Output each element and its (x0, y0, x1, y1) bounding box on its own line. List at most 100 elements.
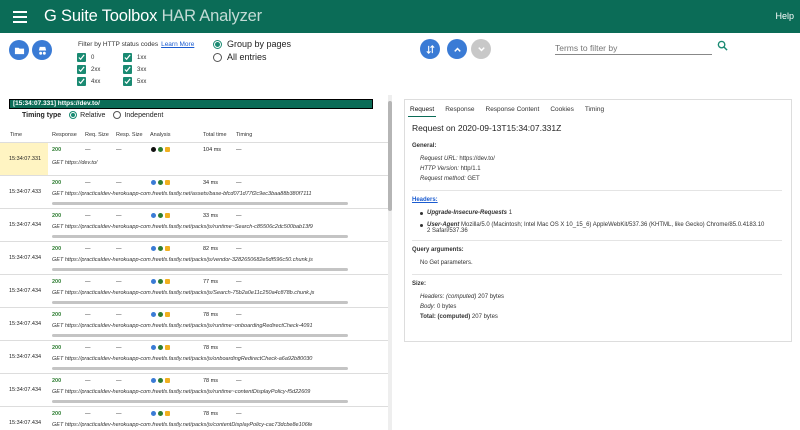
tab-cookies[interactable]: Cookies (550, 106, 573, 113)
tab-timing[interactable]: Timing (585, 106, 604, 113)
open-file-button[interactable] (9, 40, 29, 60)
row-time-text: 15:34:07.434 (9, 420, 42, 426)
filter-label-4xx: 4xx (91, 78, 101, 85)
table-row[interactable]: 15:34:07.434 200 — — 78 ms — GET https://pract… (0, 407, 388, 430)
size-heading: Size: (412, 281, 427, 287)
header-row: User-Agent Mozilla/5.0 (Macintosh; Intel… (420, 222, 782, 234)
menu-button[interactable] (0, 0, 40, 33)
cache-icon (165, 378, 170, 383)
row-req-size: — (85, 345, 91, 351)
cache-icon (165, 345, 170, 350)
row-req-size: — (85, 312, 91, 318)
cache-icon (165, 246, 170, 251)
table-row[interactable]: 15:34:07.331 200 — — 104 ms — GET https://dev.… (0, 143, 388, 176)
radio-unselected-icon (113, 111, 122, 119)
sort-arrows-icon (425, 44, 435, 54)
filter-1xx-checkbox[interactable]: 1xx (123, 53, 146, 62)
tab-response[interactable]: Response (445, 106, 474, 113)
col-timing[interactable]: Timing (236, 132, 252, 138)
col-req-size[interactable]: Req. Size (85, 132, 109, 138)
row-resp-size: — (116, 345, 122, 351)
all-entries-radio[interactable]: All entries (213, 52, 267, 62)
filter-4xx-checkbox[interactable]: 4xx (77, 77, 100, 86)
search-field[interactable] (555, 38, 712, 55)
check-icon (158, 411, 163, 416)
previous-page-button[interactable] (447, 39, 467, 59)
timing-independent-radio[interactable]: Independent (113, 111, 163, 119)
row-status: 200 (52, 312, 62, 318)
table-row[interactable]: 15:34:07.433 200 — — 34 ms — GET https://pract… (0, 176, 388, 209)
timing-relative-radio[interactable]: Relative (69, 111, 105, 119)
table-row[interactable]: 15:34:07.434 200 — — 33 ms — GET https://pract… (0, 209, 388, 242)
filter-0-checkbox[interactable]: 0 (77, 53, 94, 62)
app-title-main: G Suite Toolbox (44, 7, 158, 25)
check-icon (158, 312, 163, 317)
row-req-size: — (85, 246, 91, 252)
page-url-header[interactable]: [15:34:07.331] https://dev.to/ (9, 99, 373, 109)
request-url-row: Request URL: https://dev.to/ (420, 156, 782, 162)
entries-table: 15:34:07.331 200 — — 104 ms — GET https://dev.… (0, 142, 388, 430)
check-icon (158, 147, 163, 152)
filter-label-text: Filter by HTTP status codes (78, 41, 159, 48)
timing-type-label: Timing type (22, 111, 62, 119)
table-row[interactable]: 15:34:07.434 200 — — 77 ms — GET https://pract… (0, 275, 388, 308)
transfer-icon (151, 180, 156, 185)
check-icon (158, 378, 163, 383)
row-total-time: 104 ms (203, 147, 222, 153)
group-by-pages-radio[interactable]: Group by pages (213, 39, 291, 49)
http-version-row: HTTP Version: http/1.1 (420, 166, 782, 172)
request-method-key: Request method: (420, 176, 466, 182)
filter-3xx-checkbox[interactable]: 3xx (123, 65, 146, 74)
row-resp-size: — (116, 279, 122, 285)
headers-heading-link[interactable]: Headers: (412, 197, 782, 203)
table-row[interactable]: 15:34:07.434 200 — — 78 ms — GET https://pract… (0, 374, 388, 407)
query-none: No Get parameters. (420, 260, 473, 266)
sort-button[interactable] (420, 39, 440, 59)
col-response[interactable]: Response (52, 132, 77, 138)
row-analysis (151, 246, 170, 251)
row-time-text: 15:34:07.434 (9, 387, 42, 393)
transfer-icon (151, 312, 156, 317)
request-title: Request on 2020-09-13T15:34:07.331Z (412, 123, 562, 133)
scrollbar-thumb[interactable] (388, 101, 392, 211)
table-row[interactable]: 15:34:07.434 200 — — 82 ms — GET https://pract… (0, 242, 388, 275)
row-resp-size: — (116, 147, 122, 153)
timing-relative-label: Relative (80, 111, 106, 119)
col-resp-size[interactable]: Resp. Size (116, 132, 143, 138)
entries-scrollbar[interactable] (388, 95, 392, 430)
sanitize-button[interactable] (32, 40, 52, 60)
filter-label: Filter by HTTP status codes Learn More (78, 41, 194, 48)
col-total-time[interactable]: Total time (203, 132, 227, 138)
table-row[interactable]: 15:34:07.434 200 — — 78 ms — GET https://pract… (0, 308, 388, 341)
search-icon[interactable] (717, 40, 728, 51)
row-timing: — (236, 312, 242, 318)
row-req-size: — (85, 213, 91, 219)
filter-label-3xx: 3xx (137, 66, 147, 73)
row-url: GET https://practicaldev-herokuapp-com.f… (52, 323, 313, 329)
row-time-text: 15:34:07.433 (9, 189, 42, 195)
row-status: 200 (52, 411, 62, 417)
transfer-icon (151, 411, 156, 416)
hamburger-icon (13, 10, 27, 23)
tab-request[interactable]: Request (410, 106, 434, 113)
tab-response-content[interactable]: Response Content (486, 106, 540, 113)
next-page-button[interactable] (471, 39, 491, 59)
divider (412, 190, 782, 191)
table-row[interactable]: 15:34:07.434 200 — — 78 ms — GET https://pract… (0, 341, 388, 374)
search-input[interactable] (555, 43, 712, 53)
checkbox-checked-icon (77, 77, 86, 86)
request-method-value: GET (467, 176, 480, 182)
row-timing: — (236, 246, 242, 252)
details-tabs: Request Response Response Content Cookie… (410, 106, 615, 113)
row-analysis (151, 312, 170, 317)
row-total-time: 78 ms (203, 378, 218, 384)
learn-more-link[interactable]: Learn More (161, 41, 194, 48)
help-link[interactable]: Help (775, 11, 794, 21)
filter-5xx-checkbox[interactable]: 5xx (123, 77, 146, 86)
row-analysis (151, 345, 170, 350)
col-analysis[interactable]: Analysis (150, 132, 170, 138)
row-req-size: — (85, 279, 91, 285)
row-timing-bar (52, 334, 348, 337)
col-time[interactable]: Time (10, 132, 22, 138)
filter-2xx-checkbox[interactable]: 2xx (77, 65, 100, 74)
